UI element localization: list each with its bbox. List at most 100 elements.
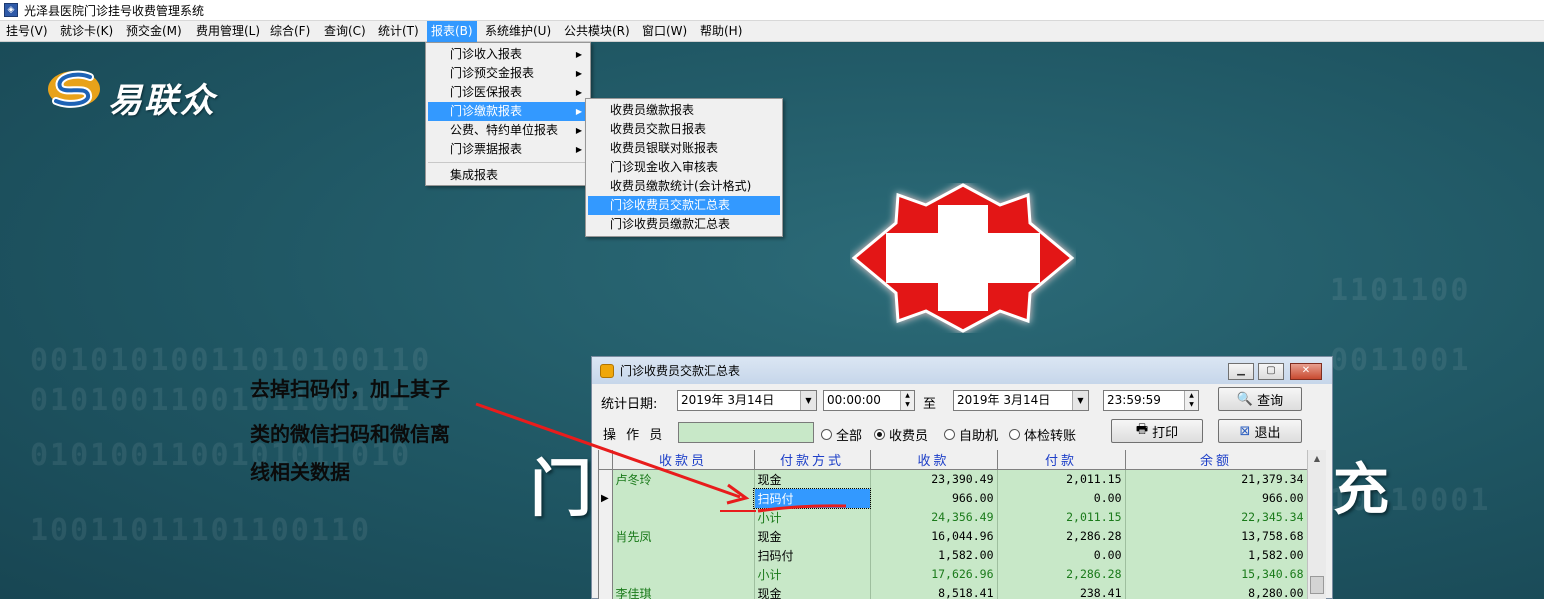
print-button[interactable]: 🖶 打印 xyxy=(1111,419,1203,443)
menubar: 挂号(V) 就诊卡(K) 预交金(M) 费用管理(L) 综合(F) 查询(C) … xyxy=(0,21,1544,42)
maximize-button[interactable]: ▢ xyxy=(1258,363,1284,380)
exit-icon: ⊠ xyxy=(1239,423,1251,439)
menu-item-label: 门诊医保报表 xyxy=(450,85,523,99)
table-row[interactable]: 卢冬玲 现金 23,390.49 2,011.15 21,379.34 xyxy=(599,469,1308,489)
cell-balance: 21,379.34 xyxy=(1125,469,1308,489)
radio-checkup-transfer[interactable]: 体检转账 xyxy=(1009,425,1076,444)
cell-method: 扫码付 xyxy=(754,545,871,565)
cell-received: 24,356.49 xyxy=(870,507,998,527)
cell-paid: 0.00 xyxy=(997,488,1126,508)
menu-fees[interactable]: 费用管理(L) xyxy=(192,21,264,42)
cell-received: 8,518.41 xyxy=(870,583,998,599)
cell-balance: 8,280.00 xyxy=(1125,583,1308,599)
menu-query[interactable]: 查询(C) xyxy=(320,21,370,42)
column-header-paid[interactable]: 付款 xyxy=(997,450,1126,470)
submenu-arrow-icon: ▶ xyxy=(575,50,582,59)
submenu-item-cashier-daily[interactable]: 收费员交款日报表 xyxy=(588,120,780,139)
close-button[interactable]: ✕ xyxy=(1290,363,1322,380)
menu-item-prepay-report[interactable]: 门诊预交金报表 ▶ xyxy=(428,64,588,83)
cell-method: 现金 xyxy=(754,469,871,489)
table-header-row: 收款员 付款方式 收款 付款 余额 xyxy=(599,450,1308,470)
submenu-item-cashier-payment[interactable]: 收费员缴款报表 xyxy=(588,101,780,120)
menu-reports[interactable]: 报表(B) xyxy=(427,21,477,42)
grid-vertical-scrollbar[interactable]: ▲ xyxy=(1307,450,1326,599)
table-row[interactable]: 李佳琪 现金 8,518.41 238.41 8,280.00 xyxy=(599,583,1308,599)
menu-stats[interactable]: 统计(T) xyxy=(374,21,423,42)
menu-common[interactable]: 公共模块(R) xyxy=(560,21,634,42)
date-from-value: 2019年 3月14日 xyxy=(681,393,775,407)
submenu-item-cashier-payment-summary[interactable]: 门诊收费员缴款汇总表 xyxy=(588,215,780,234)
table-row-subtotal[interactable]: 小计 17,626.96 2,286.28 15,340.68 xyxy=(599,564,1308,584)
brand-name: 易联众 xyxy=(108,81,216,121)
annotation-line-3: 线相关数据 xyxy=(250,460,350,484)
submenu-item-unionpay-reconcile[interactable]: 收费员银联对账报表 xyxy=(588,139,780,158)
menu-item-payment-report[interactable]: 门诊缴款报表 ▶ xyxy=(428,102,588,121)
menu-help[interactable]: 帮助(H) xyxy=(696,21,746,42)
cell-method-selected[interactable]: 扫码付 xyxy=(753,487,871,509)
summary-grid: 收款员 付款方式 收款 付款 余额 卢冬玲 现金 23,390.49 2,011… xyxy=(598,450,1326,599)
radio-cashier[interactable]: 收费员 xyxy=(874,425,928,444)
scrollbar-thumb[interactable] xyxy=(1310,576,1324,594)
column-header-method[interactable]: 付款方式 xyxy=(754,450,871,470)
row-indicator xyxy=(599,564,613,584)
menu-card[interactable]: 就诊卡(K) xyxy=(56,21,117,42)
minimize-button[interactable]: ▁ xyxy=(1228,363,1254,380)
cell-balance: 15,340.68 xyxy=(1125,564,1308,584)
submenu-item-payment-stats[interactable]: 收费员缴款统计(会计格式) xyxy=(588,177,780,196)
submenu-item-cash-audit[interactable]: 门诊现金收入审核表 xyxy=(588,158,780,177)
submenu-item-cashier-handover-summary[interactable]: 门诊收费员交款汇总表 xyxy=(588,196,780,215)
time-to-spinner[interactable]: ▲ ▼ xyxy=(1184,391,1198,410)
date-to-picker[interactable]: 2019年 3月14日 ▼ xyxy=(953,390,1089,411)
current-row-indicator-icon: ▶ xyxy=(599,488,613,508)
print-button-label: 打印 xyxy=(1152,425,1179,441)
menu-item-integrated-report[interactable]: 集成报表 xyxy=(428,166,588,185)
date-from-picker[interactable]: 2019年 3月14日 ▼ xyxy=(677,390,817,411)
menu-general[interactable]: 综合(F) xyxy=(266,21,314,42)
to-label: 至 xyxy=(923,397,937,412)
menu-item-insurance-report[interactable]: 门诊医保报表 ▶ xyxy=(428,83,588,102)
operator-field[interactable] xyxy=(678,422,814,443)
menu-maintenance[interactable]: 系统维护(U) xyxy=(481,21,555,42)
menu-item-outpatient-income[interactable]: 门诊收入报表 ▶ xyxy=(428,45,588,64)
table-row[interactable]: ▶ 扫码付 966.00 0.00 966.00 xyxy=(599,487,1308,509)
annotation-line-2: 类的微信扫码和微信离 xyxy=(250,422,450,446)
menu-window[interactable]: 窗口(W) xyxy=(638,21,691,42)
cell-received: 23,390.49 xyxy=(870,469,998,489)
submenu-arrow-icon: ▶ xyxy=(575,69,582,78)
cell-method: 现金 xyxy=(754,526,871,546)
column-header-received[interactable]: 收款 xyxy=(870,450,998,470)
time-from-field[interactable]: 00:00:00 ▲ ▼ xyxy=(823,390,915,411)
menu-item-label: 门诊缴款报表 xyxy=(450,104,523,118)
background-title-right: 充 xyxy=(1333,458,1389,523)
menu-item-receipt-report[interactable]: 门诊票据报表 ▶ xyxy=(428,140,588,159)
radio-self-service[interactable]: 自助机 xyxy=(944,425,998,444)
scroll-up-arrow-icon[interactable]: ▲ xyxy=(1308,450,1326,467)
time-from-spinner[interactable]: ▲ ▼ xyxy=(900,391,914,410)
dialog-titlebar[interactable]: 门诊收费员交款汇总表 xyxy=(592,357,1332,384)
cell-received: 966.00 xyxy=(870,488,998,508)
date-label: 统计日期: xyxy=(601,397,658,412)
table-row[interactable]: 肖先凤 现金 16,044.96 2,286.28 13,758.68 xyxy=(599,526,1308,546)
menu-item-label: 门诊预交金报表 xyxy=(450,66,535,80)
dialog-title: 门诊收费员交款汇总表 xyxy=(620,364,741,378)
table-row[interactable]: 扫码付 1,582.00 0.00 1,582.00 xyxy=(599,545,1308,565)
radio-all[interactable]: 全部 xyxy=(821,425,862,444)
menu-prepay[interactable]: 预交金(M) xyxy=(122,21,186,42)
background-binary-pattern: 10011011101100110 xyxy=(30,513,372,548)
chevron-down-icon[interactable]: ▼ xyxy=(800,391,816,410)
reports-menu: 门诊收入报表 ▶ 门诊预交金报表 ▶ 门诊医保报表 ▶ 门诊缴款报表 ▶ 公费、… xyxy=(425,42,591,186)
cell-cashier: 李佳琪 xyxy=(612,583,755,599)
time-to-field[interactable]: 23:59:59 ▲ ▼ xyxy=(1103,390,1199,411)
cell-paid: 2,286.28 xyxy=(997,526,1126,546)
menu-item-public-contract-report[interactable]: 公费、特约单位报表 ▶ xyxy=(428,121,588,140)
cell-balance: 966.00 xyxy=(1125,488,1308,508)
chevron-down-icon[interactable]: ▼ xyxy=(1072,391,1088,410)
column-header-balance[interactable]: 余额 xyxy=(1125,450,1308,470)
menu-register[interactable]: 挂号(V) xyxy=(2,21,52,42)
cell-received: 17,626.96 xyxy=(870,564,998,584)
column-header-cashier[interactable]: 收款员 xyxy=(612,450,755,470)
table-row-subtotal[interactable]: 小计 24,356.49 2,011.15 22,345.34 xyxy=(599,507,1308,527)
cell-paid: 2,011.15 xyxy=(997,469,1126,489)
exit-button[interactable]: ⊠ 退出 xyxy=(1218,419,1302,443)
query-button[interactable]: 🔍 查询 xyxy=(1218,387,1302,411)
